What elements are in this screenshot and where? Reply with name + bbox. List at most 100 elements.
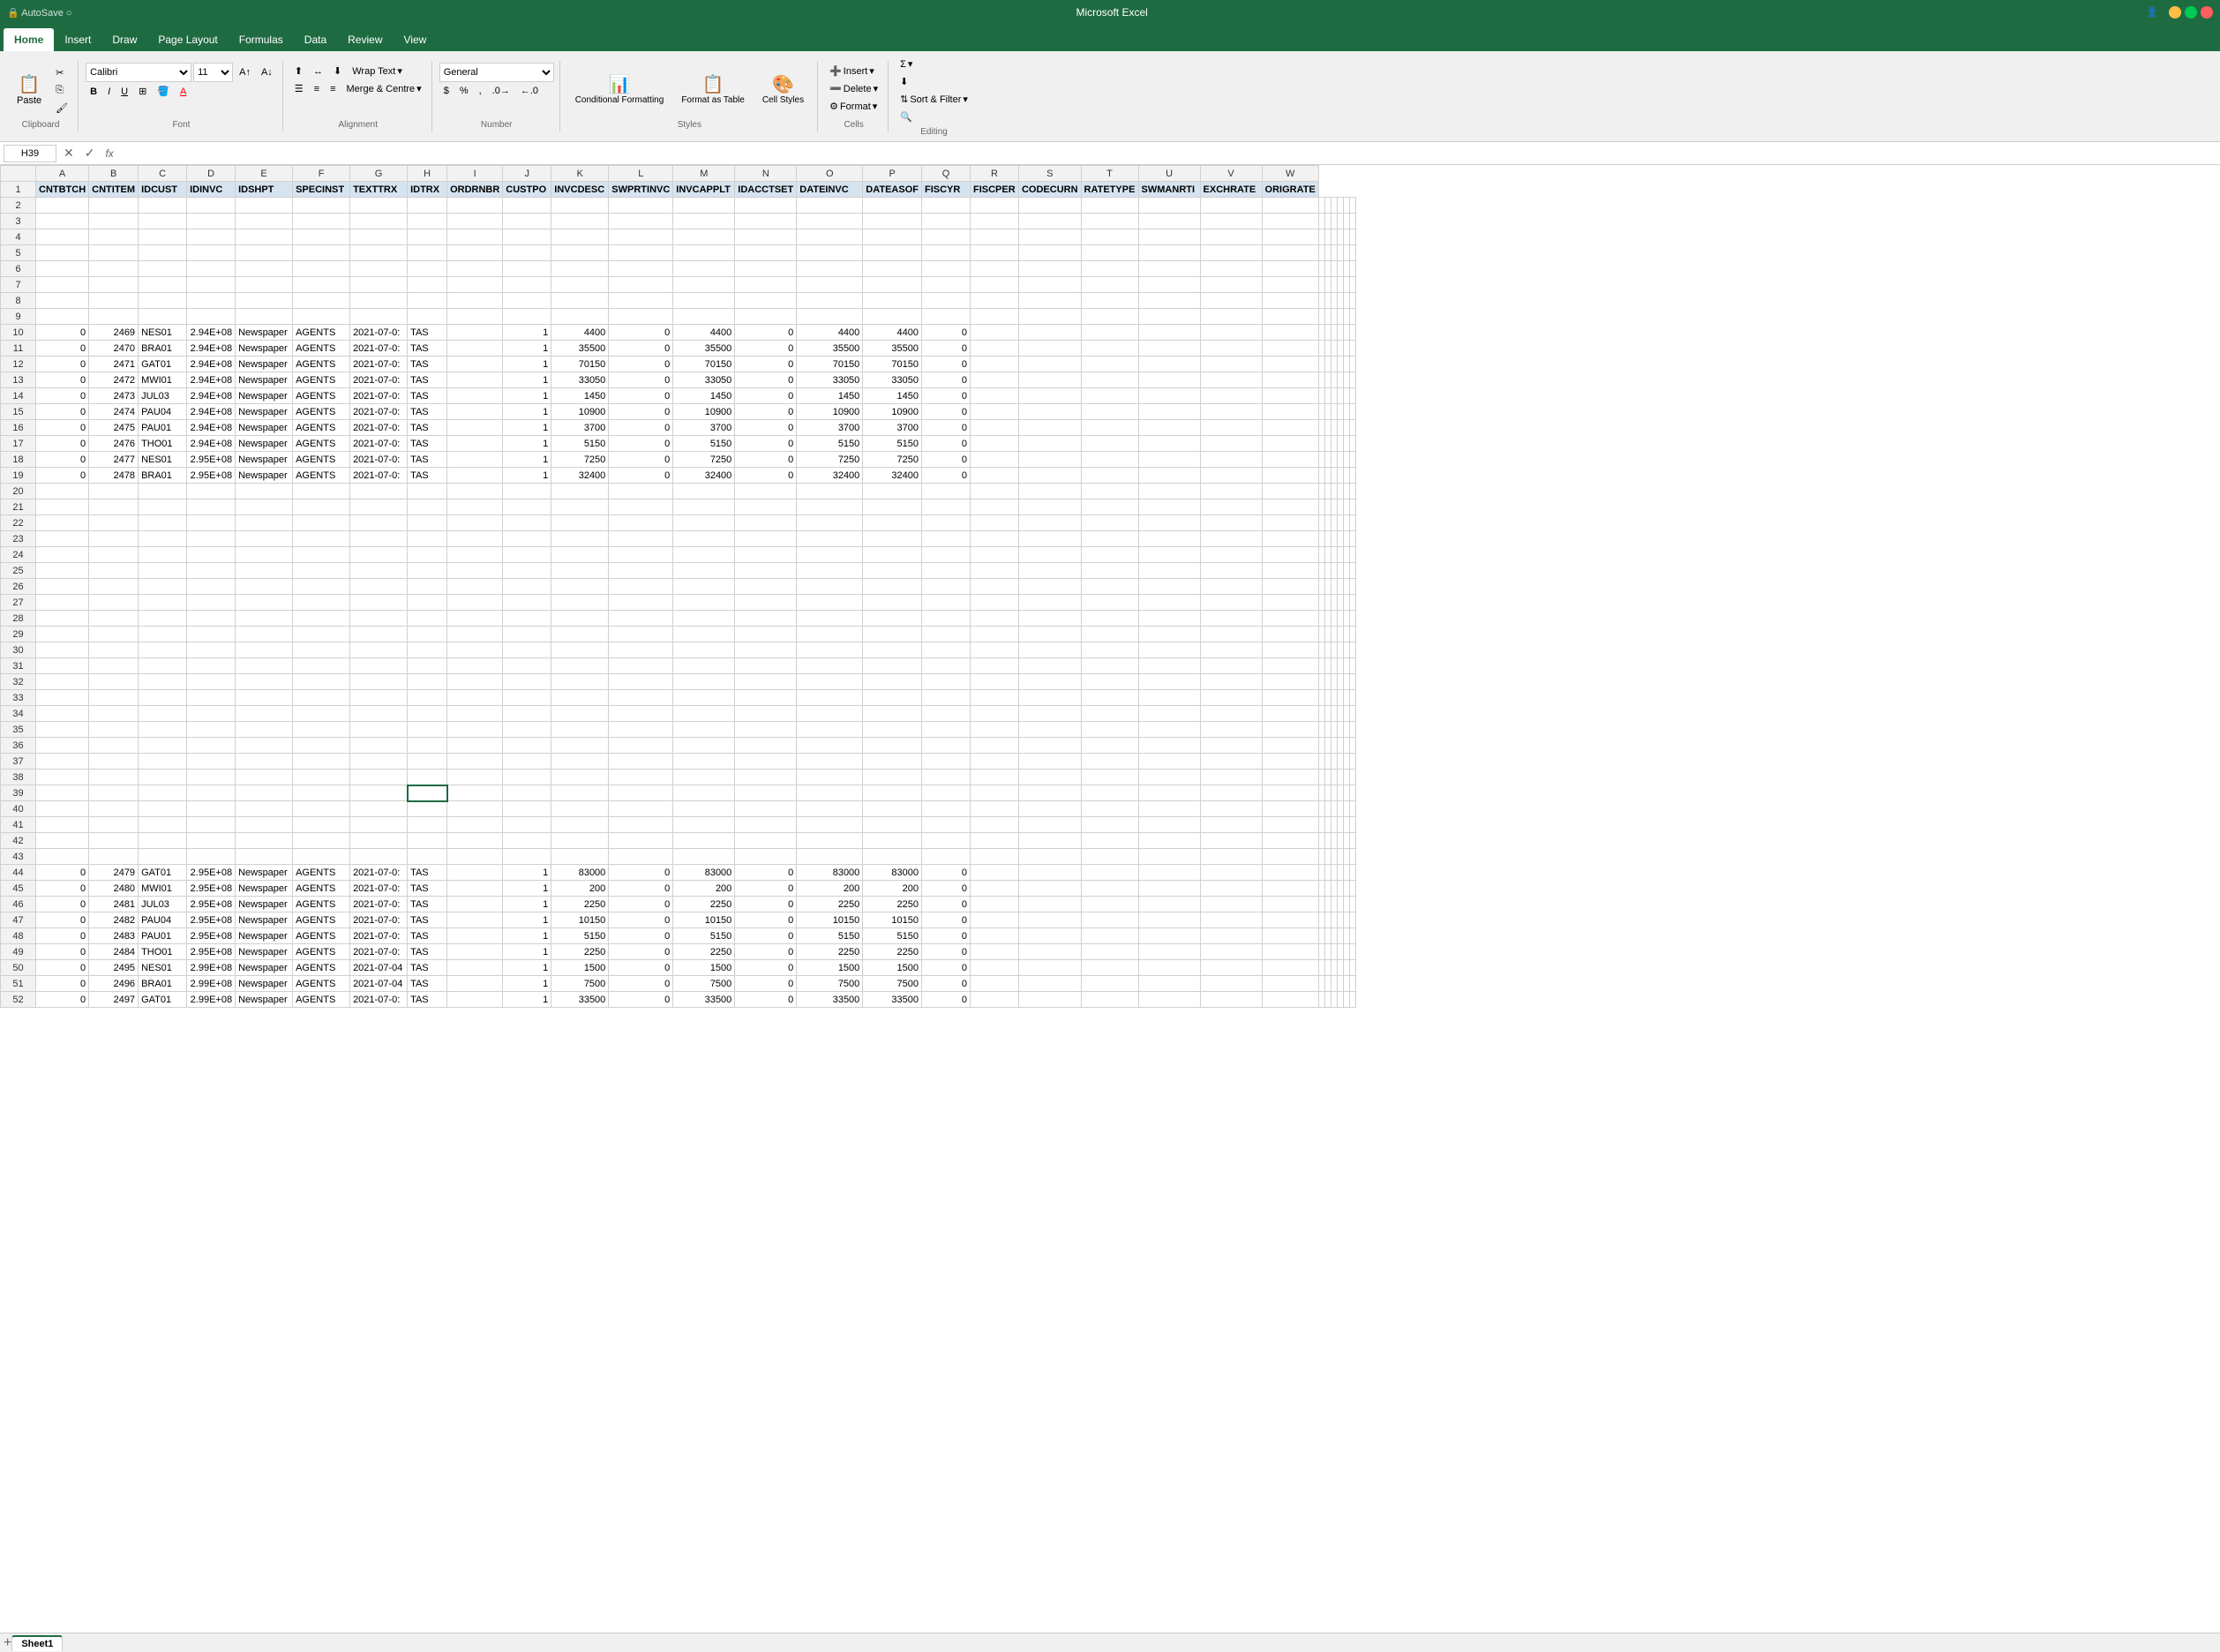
cell-S30[interactable]: [1324, 642, 1331, 658]
cell-P35[interactable]: [863, 722, 922, 738]
cell-V41[interactable]: [1200, 817, 1262, 833]
cell-L40[interactable]: [609, 801, 673, 817]
cell-T13[interactable]: [1331, 372, 1337, 388]
cell-C14[interactable]: JUL03: [139, 388, 187, 404]
cell-W38[interactable]: [1262, 770, 1318, 785]
cell-J25[interactable]: [503, 563, 551, 579]
cell-P16[interactable]: 3700: [863, 420, 922, 436]
cell-S41[interactable]: [1018, 817, 1081, 833]
cell-W19[interactable]: [1349, 468, 1355, 484]
cell-U14[interactable]: [1337, 388, 1343, 404]
cell-K35[interactable]: [551, 722, 609, 738]
cell-L34[interactable]: [609, 706, 673, 722]
cell-T45[interactable]: [1081, 881, 1138, 897]
cell-B49[interactable]: 2484: [89, 944, 139, 960]
cell-T24[interactable]: [1081, 547, 1138, 563]
cell-T19[interactable]: [1331, 468, 1337, 484]
cell-V32[interactable]: [1343, 674, 1349, 690]
cell-E43[interactable]: [236, 849, 293, 865]
cell-J46[interactable]: 1: [503, 897, 551, 912]
cell-V30[interactable]: [1200, 642, 1262, 658]
cell-P21[interactable]: [863, 499, 922, 515]
cell-U19[interactable]: [1138, 468, 1200, 484]
cell-U22[interactable]: [1337, 515, 1343, 531]
cell-Q41[interactable]: [921, 817, 970, 833]
cell-B24[interactable]: [89, 547, 139, 563]
cell-G24[interactable]: [350, 547, 408, 563]
cell-B4[interactable]: [89, 229, 139, 245]
cell-F20[interactable]: [293, 484, 350, 499]
cell-W42[interactable]: [1349, 833, 1355, 849]
cell-Q33[interactable]: [921, 690, 970, 706]
cell-V51[interactable]: [1200, 976, 1262, 992]
cell-U11[interactable]: [1337, 341, 1343, 357]
cell-V19[interactable]: [1343, 468, 1349, 484]
cell-H20[interactable]: [408, 484, 447, 499]
cell-F49[interactable]: AGENTS: [293, 944, 350, 960]
cell-M11[interactable]: 35500: [673, 341, 735, 357]
cell-S32[interactable]: [1018, 674, 1081, 690]
cell-B14[interactable]: 2473: [89, 388, 139, 404]
col-header-Q[interactable]: Q: [921, 166, 970, 182]
cell-U6[interactable]: [1138, 261, 1200, 277]
cell-T15[interactable]: [1331, 404, 1337, 420]
cell-U2[interactable]: [1337, 198, 1343, 214]
cell-V40[interactable]: [1200, 801, 1262, 817]
tab-data[interactable]: Data: [294, 28, 337, 51]
cell-Q42[interactable]: [921, 833, 970, 849]
cell-F32[interactable]: [293, 674, 350, 690]
cell-G35[interactable]: [350, 722, 408, 738]
cell-J51[interactable]: 1: [503, 976, 551, 992]
cell-G36[interactable]: [350, 738, 408, 754]
cell-J24[interactable]: [503, 547, 551, 563]
cell-R36[interactable]: [1318, 738, 1324, 754]
cell-N33[interactable]: [735, 690, 797, 706]
cell-G12[interactable]: 2021-07-0:: [350, 357, 408, 372]
cell-T39[interactable]: [1081, 785, 1138, 801]
cell-E13[interactable]: Newspaper: [236, 372, 293, 388]
cell-C4[interactable]: [139, 229, 187, 245]
cell-N44[interactable]: 0: [735, 865, 797, 881]
cell-N13[interactable]: 0: [735, 372, 797, 388]
cell-S45[interactable]: [1018, 881, 1081, 897]
cell-V35[interactable]: [1200, 722, 1262, 738]
cell-S10[interactable]: [1324, 325, 1331, 341]
cell-I49[interactable]: [447, 944, 503, 960]
cell-B34[interactable]: [89, 706, 139, 722]
cell-S10[interactable]: [1018, 325, 1081, 341]
cell-H22[interactable]: [408, 515, 447, 531]
cell-N47[interactable]: 0: [735, 912, 797, 928]
cell-T42[interactable]: [1081, 833, 1138, 849]
cell-C50[interactable]: NES01: [139, 960, 187, 976]
cell-Q6[interactable]: [921, 261, 970, 277]
cell-O40[interactable]: [797, 801, 863, 817]
col-header-S[interactable]: S: [1018, 166, 1081, 182]
cell-J39[interactable]: [503, 785, 551, 801]
cell-P47[interactable]: 10150: [863, 912, 922, 928]
cell-W25[interactable]: [1262, 563, 1318, 579]
cell-D14[interactable]: 2.94E+08: [187, 388, 236, 404]
cell-H38[interactable]: [408, 770, 447, 785]
cell-U33[interactable]: [1138, 690, 1200, 706]
cell-R30[interactable]: [970, 642, 1018, 658]
cell-Q36[interactable]: [921, 738, 970, 754]
cell-K51[interactable]: 7500: [551, 976, 609, 992]
cell-G38[interactable]: [350, 770, 408, 785]
cell-U15[interactable]: [1138, 404, 1200, 420]
cell-P29[interactable]: [863, 627, 922, 642]
cell-U9[interactable]: [1138, 309, 1200, 325]
cell-M26[interactable]: [673, 579, 735, 595]
cell-R52[interactable]: [1318, 992, 1324, 1008]
cell-R9[interactable]: [1318, 309, 1324, 325]
cell-Q3[interactable]: [921, 214, 970, 229]
cell-L2[interactable]: [609, 198, 673, 214]
cell-R38[interactable]: [1318, 770, 1324, 785]
cell-O52[interactable]: 33500: [797, 992, 863, 1008]
cell-K27[interactable]: [551, 595, 609, 611]
cell-H8[interactable]: [408, 293, 447, 309]
cell-R15[interactable]: [970, 404, 1018, 420]
cell-F5[interactable]: [293, 245, 350, 261]
cell-C39[interactable]: [139, 785, 187, 801]
cell-V24[interactable]: [1200, 547, 1262, 563]
cell-R35[interactable]: [970, 722, 1018, 738]
